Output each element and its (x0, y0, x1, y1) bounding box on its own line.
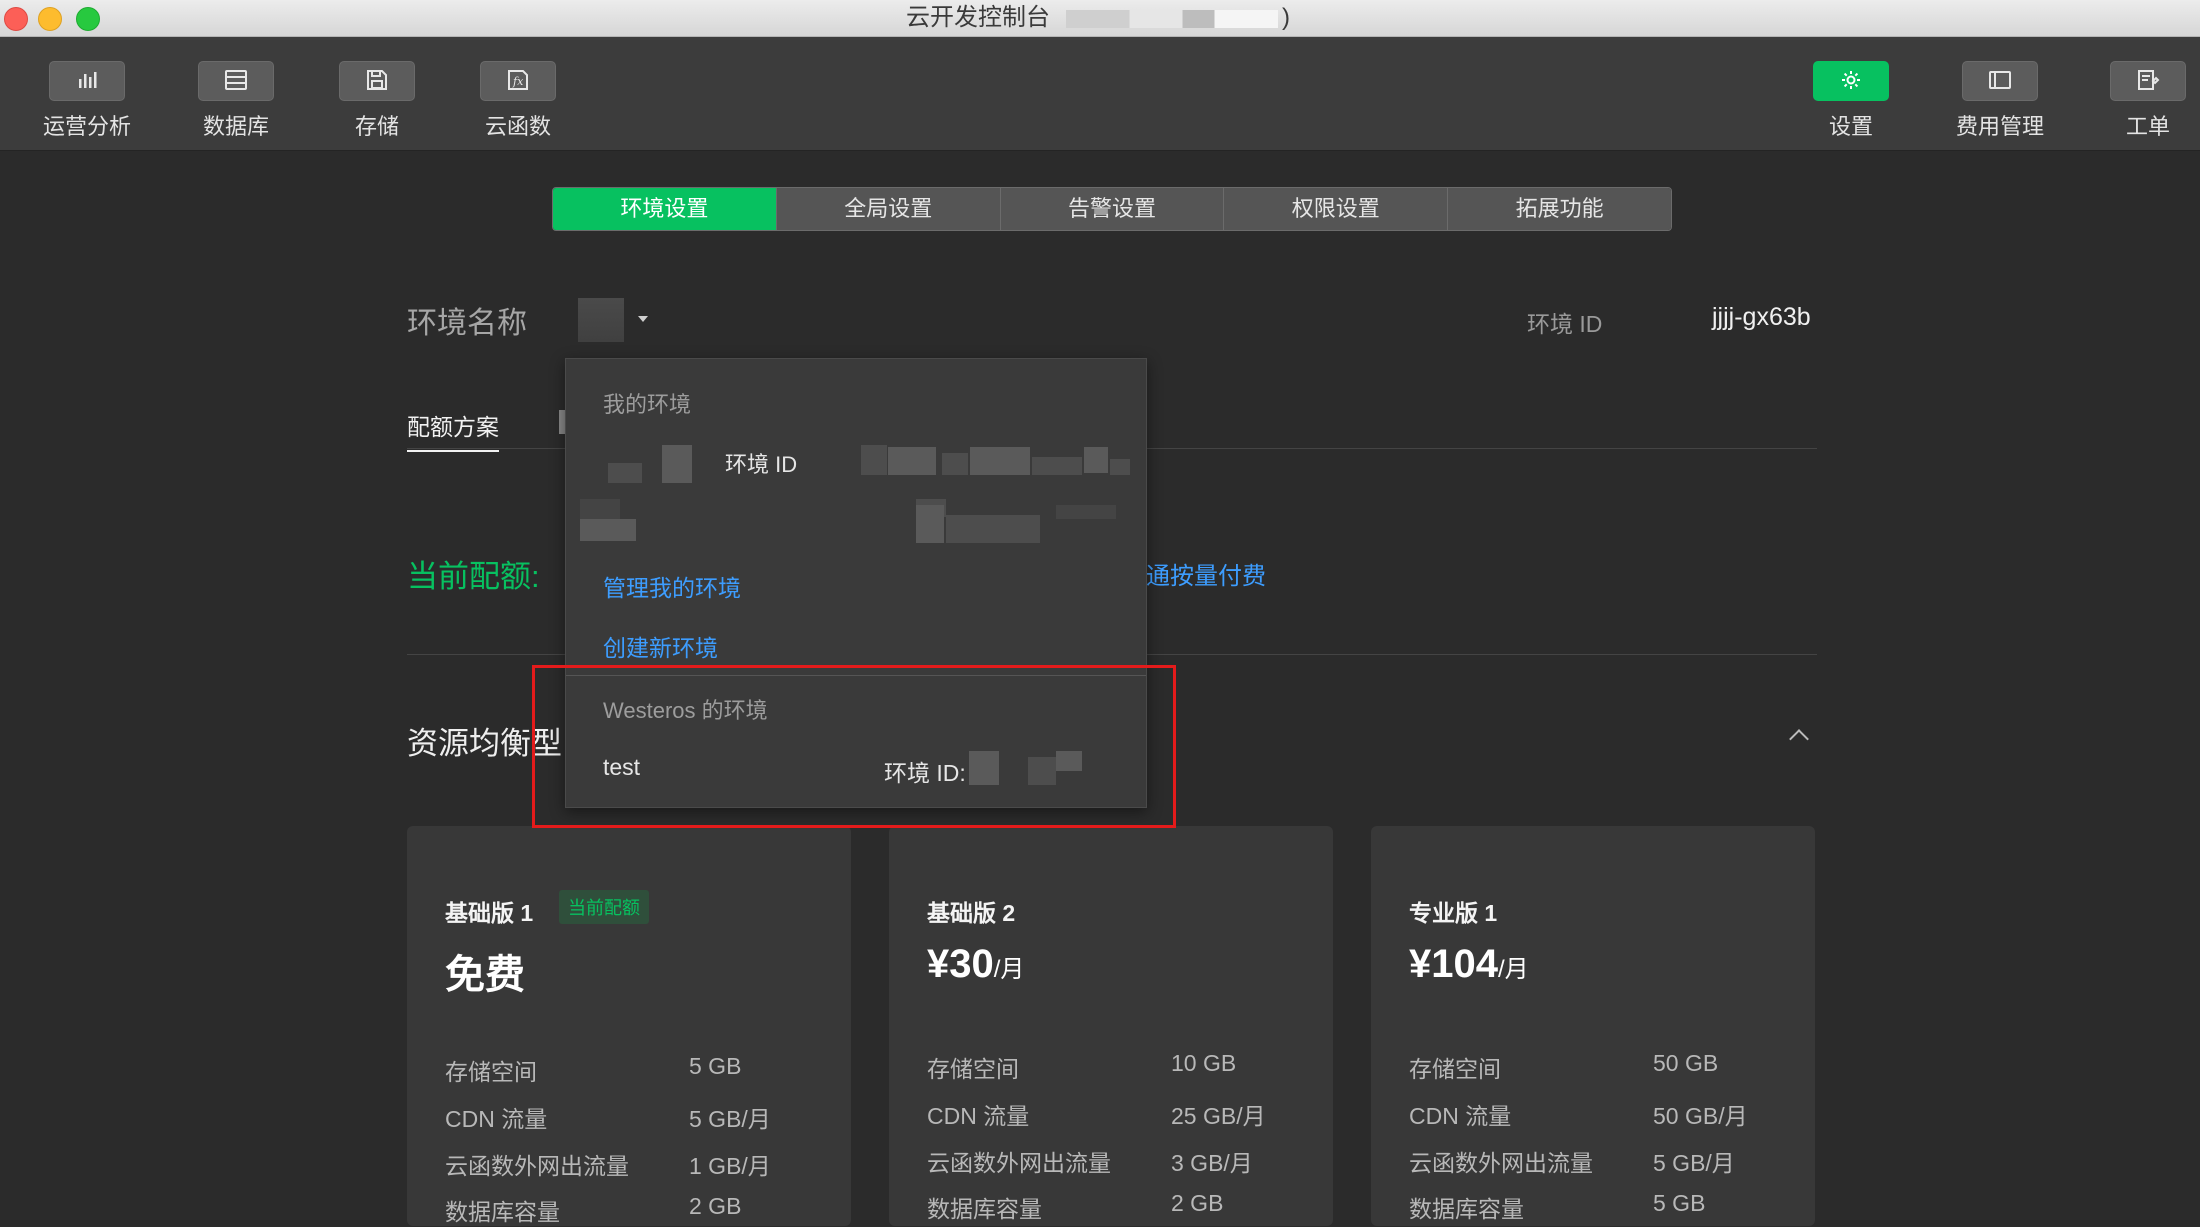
toolbar-label: 工单 (2125, 114, 2170, 139)
toolbar-label: 运营分析 (42, 114, 131, 139)
toolbar-label: 数据库 (202, 114, 269, 139)
main-toolbar: 运营分析 数据库 存储 fx 云函数 设置 费用管理 工单 (0, 37, 2200, 151)
redacted-block (861, 445, 887, 475)
current-plan-badge: 当前配额 (559, 890, 649, 924)
toolbar-label: 云函数 (484, 114, 551, 139)
minimize-window-button[interactable] (38, 7, 62, 31)
redacted-block (580, 499, 620, 519)
spec-key: 数据库容量 (445, 1199, 560, 1225)
current-quota-label: 当前配额: (407, 559, 540, 594)
window-title: 云开发控制台) (906, 4, 1290, 31)
my-envs-header: 我的环境 (603, 392, 692, 417)
redacted-block (608, 463, 642, 483)
my-env-id-label: 环境 ID (725, 452, 798, 477)
toolbar-label: 存储 (354, 114, 399, 139)
toolbar-database-button[interactable]: 数据库 (181, 61, 291, 141)
create-env-link[interactable]: 创建新环境 (603, 629, 718, 663)
close-window-button[interactable] (4, 7, 28, 31)
spec-key: 云函数外网出流量 (927, 1150, 1111, 1176)
gear-icon (1813, 61, 1889, 101)
spec-value: 50 GB (1653, 1050, 1719, 1076)
function-icon: fx (480, 61, 556, 101)
spec-value: 2 GB (1171, 1190, 1224, 1216)
toolbar-analytics-button[interactable]: 运营分析 (32, 61, 142, 141)
annotation-highlight-box (532, 665, 1176, 828)
maximize-window-button[interactable] (76, 7, 100, 31)
toolbar-settings-button[interactable]: 设置 (1796, 61, 1906, 141)
bar-chart-icon (49, 61, 125, 101)
redacted-block (888, 447, 936, 475)
redacted-block (942, 453, 968, 475)
redacted-block (1084, 447, 1108, 473)
redacted-env-name (578, 298, 624, 342)
spec-key: CDN 流量 (445, 1106, 548, 1132)
tab-global-settings[interactable]: 全局设置 (776, 188, 1001, 230)
env-id-value: jjjj-gx63b (1712, 303, 1811, 331)
redacted-appid (1066, 9, 1278, 28)
settings-tabs: 环境设置 全局设置 告警设置 权限设置 拓展功能 (552, 187, 1672, 231)
window-titlebar: 云开发控制台) (0, 0, 2200, 37)
spec-value: 5 GB (1653, 1190, 1706, 1216)
spec-value: 5 GB/月 (1653, 1150, 1735, 1176)
redacted-block (946, 515, 1040, 543)
plan-price: 免费 (445, 953, 525, 997)
redacted-block (1056, 505, 1116, 519)
billing-icon (1962, 61, 2038, 101)
spec-value: 2 GB (689, 1193, 742, 1219)
plan-card-pro-1[interactable]: 专业版 1 ¥104/月 存储空间 50 GB CDN 流量 50 GB/月 云… (1371, 826, 1815, 1226)
tab-env-settings[interactable]: 环境设置 (553, 188, 777, 230)
spec-value: 50 GB/月 (1653, 1103, 1748, 1129)
spec-key: 存储空间 (445, 1059, 537, 1085)
spec-key: 云函数外网出流量 (445, 1153, 629, 1179)
spec-key: 存储空间 (1409, 1056, 1501, 1082)
plan-price: ¥104/月 (1409, 942, 1529, 986)
env-selector[interactable] (578, 298, 648, 342)
caret-down-icon (638, 316, 648, 322)
toolbar-label: 费用管理 (1955, 114, 2044, 139)
chevron-up-icon[interactable] (1789, 729, 1809, 749)
redacted-block (580, 519, 636, 541)
redacted-block (1032, 457, 1082, 475)
toolbar-label: 设置 (1828, 114, 1873, 139)
plan-title: 基础版 1 (445, 900, 534, 926)
redacted-block (916, 505, 944, 543)
spec-value: 25 GB/月 (1171, 1103, 1266, 1129)
spec-key: CDN 流量 (927, 1103, 1030, 1129)
plan-price: ¥30/月 (927, 942, 1025, 986)
spec-value: 5 GB/月 (689, 1106, 771, 1132)
spec-key: 存储空间 (927, 1056, 1019, 1082)
svg-text:fx: fx (512, 75, 524, 88)
toolbar-ticket-button[interactable]: 工单 (2093, 61, 2200, 141)
env-name-label: 环境名称 (407, 307, 527, 340)
spec-key: CDN 流量 (1409, 1103, 1512, 1129)
spec-key: 数据库容量 (927, 1196, 1042, 1222)
plan-title: 专业版 1 (1409, 900, 1498, 926)
plan-card-basic-2[interactable]: 基础版 2 ¥30/月 存储空间 10 GB CDN 流量 25 GB/月 云函… (889, 826, 1333, 1226)
floppy-disk-icon (339, 61, 415, 101)
spec-value: 3 GB/月 (1171, 1150, 1253, 1176)
redacted-block (1110, 459, 1130, 475)
spec-value: 5 GB (689, 1053, 742, 1079)
toolbar-billing-button[interactable]: 费用管理 (1945, 61, 2055, 141)
tab-alert-settings[interactable]: 告警设置 (1000, 188, 1225, 230)
ticket-icon (2110, 61, 2186, 101)
redacted-block (662, 445, 692, 483)
plan-card-basic-1[interactable]: 基础版 1 当前配额 免费 存储空间 5 GB CDN 流量 5 GB/月 云函… (407, 826, 851, 1226)
spec-key: 数据库容量 (1409, 1196, 1524, 1222)
database-icon (198, 61, 274, 101)
tab-permission-settings[interactable]: 权限设置 (1224, 188, 1449, 230)
toolbar-storage-button[interactable]: 存储 (322, 61, 432, 141)
redacted-block (970, 447, 1030, 475)
env-id-label: 环境 ID (1527, 311, 1603, 337)
subtab-quota-plan[interactable]: 配额方案 (407, 408, 499, 452)
tab-extensions[interactable]: 拓展功能 (1448, 188, 1671, 230)
plan-title: 基础版 2 (927, 900, 1016, 926)
manage-envs-link[interactable]: 管理我的环境 (603, 569, 741, 603)
spec-value: 1 GB/月 (689, 1153, 771, 1179)
toolbar-cloud-function-button[interactable]: fx 云函数 (463, 61, 573, 141)
spec-key: 云函数外网出流量 (1409, 1150, 1593, 1176)
spec-value: 10 GB (1171, 1050, 1237, 1076)
pay-as-you-go-link[interactable]: 通按量付费 (1146, 556, 1266, 591)
